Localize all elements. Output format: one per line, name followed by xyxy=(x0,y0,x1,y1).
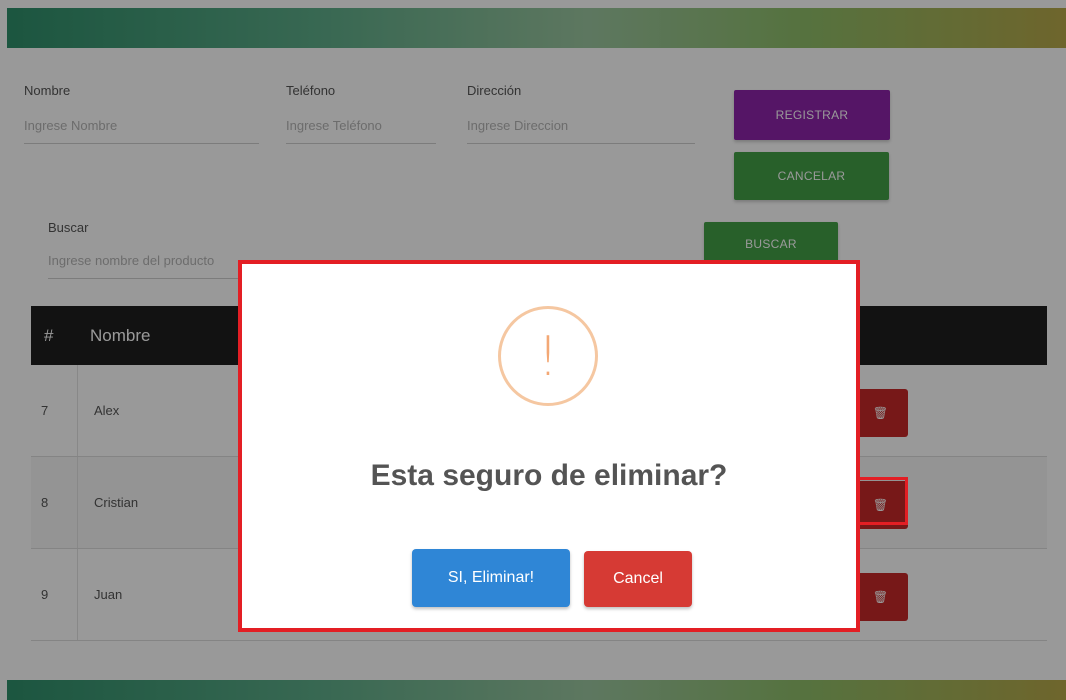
confirm-delete-button[interactable]: SI, Eliminar! xyxy=(412,549,570,607)
dialog-cancel-button[interactable]: Cancel xyxy=(584,551,692,607)
confirm-dialog: ! Esta seguro de eliminar? SI, Eliminar!… xyxy=(238,260,860,632)
dialog-title: Esta seguro de eliminar? xyxy=(370,459,728,492)
exclamation-icon: ! xyxy=(498,306,598,406)
